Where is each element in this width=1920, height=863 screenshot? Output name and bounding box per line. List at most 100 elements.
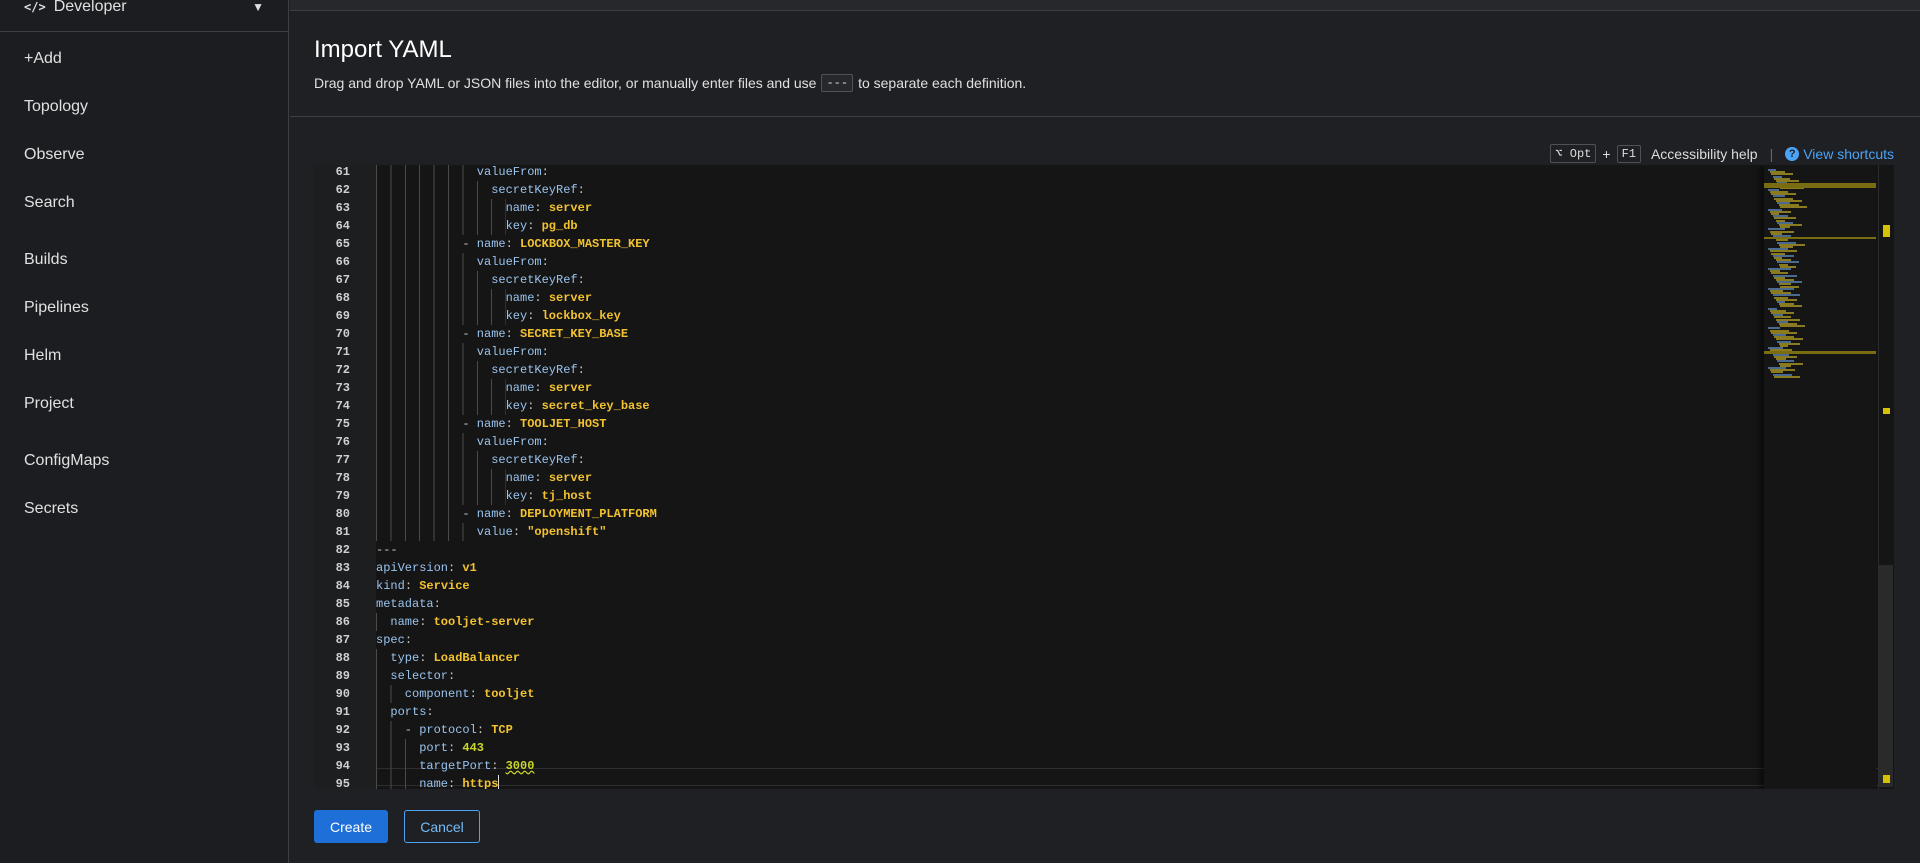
colon: : xyxy=(541,255,549,269)
line-number: 84 xyxy=(335,579,350,593)
yaml-value: LoadBalancer xyxy=(433,651,521,665)
nav-item-search[interactable]: Search xyxy=(24,194,75,212)
yaml-key: ports xyxy=(390,705,427,719)
line-number: 66 xyxy=(335,255,350,269)
indent-guides xyxy=(376,649,391,667)
cancel-button[interactable]: Cancel xyxy=(404,810,480,843)
colon: : xyxy=(469,687,477,701)
yaml-key: name xyxy=(476,507,506,521)
colon: : xyxy=(527,309,535,323)
colon: : xyxy=(577,183,585,197)
yaml-value: v1 xyxy=(462,561,477,575)
nav-item-topology[interactable]: Topology xyxy=(24,98,88,116)
perspective-switcher[interactable]: </> Developer ▼ xyxy=(24,0,264,22)
indent-guides xyxy=(376,703,391,721)
yaml-key: name xyxy=(419,777,448,789)
code-line: valueFrom: xyxy=(376,165,549,181)
indent-guides xyxy=(376,217,506,235)
nav-item-add[interactable]: +Add xyxy=(24,50,62,68)
minimap-line xyxy=(1774,375,1800,378)
yaml-key: name xyxy=(505,471,535,485)
yaml-value: SECRET_KEY_BASE xyxy=(520,327,629,341)
colon: : xyxy=(419,651,427,665)
nav-item-configmaps[interactable]: ConfigMaps xyxy=(24,452,109,470)
yaml-value: tj_host xyxy=(541,489,593,503)
colon: : xyxy=(491,759,499,773)
code-line: key: tj_host xyxy=(376,487,592,505)
view-shortcuts-link[interactable]: ? View shortcuts xyxy=(1785,146,1894,162)
nav-item-project[interactable]: Project xyxy=(24,395,74,413)
desc-text: Drag and drop YAML or JSON files into th… xyxy=(314,75,817,91)
nav-item-observe[interactable]: Observe xyxy=(24,146,84,164)
code-line: secretKeyRef: xyxy=(376,271,585,289)
colon: : xyxy=(534,201,542,215)
desc-text-after: to separate each definition. xyxy=(858,75,1027,91)
yaml-key: type xyxy=(390,651,420,665)
indent-guides xyxy=(376,505,463,523)
indent-guides xyxy=(376,415,463,433)
yaml-value: tooljet-server xyxy=(433,615,535,629)
minimap-line xyxy=(1780,206,1807,209)
indent-guides xyxy=(376,325,463,343)
yaml-value: server xyxy=(548,291,593,305)
yaml-value: tooljet xyxy=(484,687,535,701)
line-number: 86 xyxy=(335,615,350,629)
yaml-key: kind xyxy=(376,579,405,593)
minimap[interactable] xyxy=(1764,165,1876,789)
yaml-value: TCP xyxy=(491,723,513,737)
line-number: 85 xyxy=(335,597,350,611)
line-number: 81 xyxy=(335,525,350,539)
indent-guides xyxy=(376,775,420,789)
code-line: name: server xyxy=(376,379,592,397)
yaml-key: secretKeyRef xyxy=(491,363,578,377)
code-line: apiVersion: v1 xyxy=(376,559,477,577)
nav-item-secrets[interactable]: Secrets xyxy=(24,500,78,518)
line-number: 76 xyxy=(335,435,350,449)
indent-guides xyxy=(376,433,477,451)
editor-toolbar: ⌥ Opt + F1 Accessibility help | ? View sh… xyxy=(1550,144,1894,163)
nav-item-builds[interactable]: Builds xyxy=(24,251,68,269)
code-line: - protocol: TCP xyxy=(376,721,513,739)
line-number: 78 xyxy=(335,471,350,485)
yaml-value: server xyxy=(548,381,593,395)
scrollbar-thumb[interactable] xyxy=(1879,565,1893,787)
indent-guides xyxy=(376,667,391,685)
indent-guides xyxy=(376,397,506,415)
code-line: --- xyxy=(376,541,398,559)
indent-guides xyxy=(376,165,477,181)
yaml-value: https xyxy=(462,775,500,789)
code-line: key: lockbox_key xyxy=(376,307,621,325)
yaml-editor[interactable]: 61 62 63 64 65 66 67 68 69 70 71 72 73 74 75 76 77 78 79 80… xyxy=(314,165,1894,789)
vertical-scrollbar[interactable] xyxy=(1878,165,1894,789)
indent-guides xyxy=(376,487,506,505)
code-line: metadata: xyxy=(376,595,441,613)
code-line: port: 443 xyxy=(376,739,484,757)
sidebar: </> Developer ▼ +Add Topology Observe Searc… xyxy=(0,0,289,863)
line-number: 89 xyxy=(335,669,350,683)
line-number: 71 xyxy=(335,345,350,359)
nav-item-helm[interactable]: Helm xyxy=(24,347,61,365)
yaml-key: secretKeyRef xyxy=(491,273,578,287)
create-button[interactable]: Create xyxy=(314,810,388,843)
yaml-key: targetPort xyxy=(419,759,492,773)
separator-code: --- xyxy=(821,74,854,92)
colon: : xyxy=(426,705,434,719)
nav-item-pipelines[interactable]: Pipelines xyxy=(24,299,89,317)
yaml-key: component xyxy=(404,687,470,701)
colon: : xyxy=(577,273,585,287)
code-line: type: LoadBalancer xyxy=(376,649,520,667)
line-number: 80 xyxy=(335,507,350,521)
yaml-key: key xyxy=(505,309,528,323)
colon: : xyxy=(527,219,535,233)
colon: : xyxy=(505,327,513,341)
divider: | xyxy=(1769,145,1774,162)
yaml-value: server xyxy=(548,201,593,215)
indent-guides xyxy=(376,739,420,757)
